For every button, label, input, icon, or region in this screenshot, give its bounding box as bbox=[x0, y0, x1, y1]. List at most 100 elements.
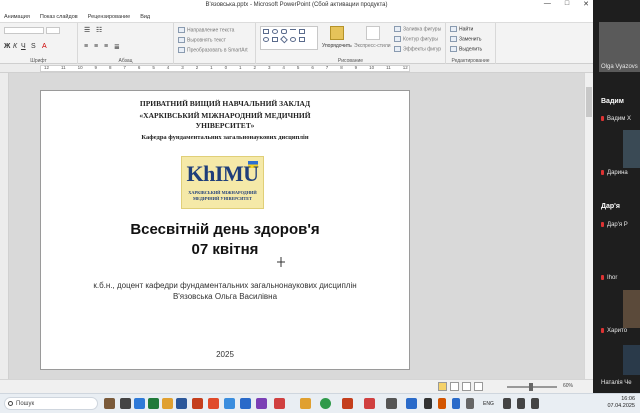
ruler-number: 10 bbox=[77, 65, 83, 70]
rectangle-shape-icon[interactable] bbox=[263, 29, 269, 34]
slideshow-view-button[interactable] bbox=[474, 382, 483, 391]
acrobat-icon[interactable] bbox=[274, 398, 285, 409]
zoom-slider[interactable] bbox=[507, 383, 557, 391]
language-indicator[interactable]: ENG bbox=[483, 401, 494, 407]
shapes-gallery[interactable] bbox=[260, 26, 318, 50]
underline-button[interactable]: Ч bbox=[21, 43, 26, 50]
font-name-box[interactable] bbox=[4, 27, 44, 34]
italic-button[interactable]: К bbox=[13, 43, 17, 50]
font-size-box[interactable] bbox=[46, 27, 60, 34]
font-color-button[interactable]: A bbox=[42, 43, 47, 50]
shape-effects-button[interactable]: Эффекты фигур bbox=[394, 46, 441, 52]
circle-shape-icon[interactable] bbox=[263, 37, 269, 42]
windows-taskbar: Пошук ENG 16:06 07.04.2025 bbox=[0, 393, 640, 413]
quick-styles-icon[interactable] bbox=[366, 26, 380, 40]
wifi-icon[interactable] bbox=[503, 398, 511, 409]
participant-video-2[interactable] bbox=[623, 290, 640, 328]
diamond-shape-icon[interactable] bbox=[280, 35, 288, 44]
app-icon-purple[interactable] bbox=[256, 398, 267, 409]
smartart-button[interactable]: Преобразовать в SmartArt bbox=[178, 47, 248, 53]
align-right-icon[interactable]: ≡ bbox=[104, 43, 108, 50]
smiley-shape-icon[interactable] bbox=[290, 37, 296, 42]
maximize-button[interactable]: □ bbox=[565, 0, 569, 8]
participant-kharyto[interactable]: Харито bbox=[601, 328, 627, 334]
teams-icon[interactable] bbox=[406, 398, 417, 409]
close-button[interactable]: ✕ bbox=[583, 0, 589, 8]
powerpoint-task-icon[interactable] bbox=[342, 398, 353, 409]
chevron-up-icon[interactable] bbox=[466, 398, 474, 409]
replace-button[interactable]: Заменить bbox=[450, 36, 481, 42]
chrome-icon[interactable] bbox=[320, 398, 331, 409]
bullets-icon[interactable]: ☰ bbox=[84, 26, 90, 34]
oval-shape-icon[interactable] bbox=[272, 29, 278, 34]
app-icon-dark[interactable] bbox=[386, 398, 397, 409]
powerpoint-icon[interactable] bbox=[192, 398, 203, 409]
slide[interactable]: ПРИВАТНИЙ ВИЩИЙ НАВЧАЛЬНИЙ ЗАКЛАД «ХАРКІ… bbox=[40, 90, 410, 370]
zoom-slider-knob[interactable] bbox=[529, 383, 533, 391]
justify-icon[interactable]: ≣ bbox=[114, 43, 120, 51]
volume-icon[interactable] bbox=[517, 398, 525, 409]
arrange-button[interactable]: Упорядочить bbox=[322, 43, 352, 49]
participant-ihor[interactable]: Ihor bbox=[601, 275, 617, 281]
slide-sorter-button[interactable] bbox=[450, 382, 459, 391]
participant-video-1[interactable] bbox=[623, 130, 640, 168]
pdf-icon[interactable] bbox=[208, 398, 219, 409]
star-shape-icon[interactable] bbox=[299, 37, 305, 42]
tray-app-icon-1[interactable] bbox=[424, 398, 432, 409]
tab-view[interactable]: Вид bbox=[140, 12, 150, 22]
edge-icon[interactable] bbox=[134, 398, 145, 409]
mail-icon[interactable] bbox=[224, 398, 235, 409]
zoom-app-icon[interactable] bbox=[240, 398, 251, 409]
word-icon[interactable] bbox=[176, 398, 187, 409]
folder-icon[interactable] bbox=[300, 398, 311, 409]
vertical-scrollbar[interactable] bbox=[584, 73, 593, 379]
shape-outline-button[interactable]: Контур фигуры bbox=[394, 36, 438, 42]
shape-fill-button[interactable]: Заливка фигуры bbox=[394, 26, 441, 32]
align-center-icon[interactable]: ≡ bbox=[94, 43, 98, 50]
strikethrough-button[interactable]: S bbox=[31, 43, 36, 50]
participant-vadym[interactable]: Вадим Х bbox=[601, 116, 631, 122]
slide-title-line-2: 07 квітня bbox=[191, 241, 259, 258]
tray-app-icon-2[interactable] bbox=[438, 398, 446, 409]
line-shape-icon[interactable] bbox=[290, 29, 296, 34]
tab-slideshow[interactable]: Показ слайдов bbox=[40, 12, 78, 22]
zoom-level[interactable]: 60% bbox=[563, 383, 573, 389]
clock[interactable]: 16:06 07.04.2025 bbox=[607, 396, 635, 410]
tab-review[interactable]: Рецензирование bbox=[88, 12, 130, 22]
normal-view-button[interactable] bbox=[438, 382, 447, 391]
align-text-button[interactable]: Выровнять текст bbox=[178, 37, 226, 43]
participant-darya[interactable]: Дар'я Р bbox=[601, 222, 628, 228]
align-left-icon[interactable]: ≡ bbox=[84, 43, 88, 50]
bold-button[interactable]: Ж bbox=[4, 43, 10, 50]
recorder-icon[interactable] bbox=[364, 398, 375, 409]
ruler-number: 12 bbox=[44, 65, 50, 70]
align-text-label: Выровнять текст bbox=[187, 37, 226, 44]
numbering-icon[interactable]: ☷ bbox=[96, 26, 102, 34]
arrange-icon[interactable] bbox=[330, 26, 344, 40]
find-button[interactable]: Найти bbox=[450, 26, 473, 32]
participant-video-3[interactable] bbox=[623, 345, 640, 375]
institution-line-2: «ХАРКІВСЬКИЙ МІЖНАРОДНИЙ МЕДИЧНИЙ bbox=[139, 111, 311, 120]
shape-effects-icon bbox=[394, 46, 401, 52]
excel-icon[interactable] bbox=[148, 398, 159, 409]
quick-styles-button[interactable]: Экспресс-стили bbox=[354, 43, 391, 49]
reading-view-button[interactable] bbox=[462, 382, 471, 391]
institution-line-1: ПРИВАТНИЙ ВИЩИЙ НАВЧАЛЬНИЙ ЗАКЛАД bbox=[139, 99, 311, 108]
scrollbar-thumb[interactable] bbox=[586, 87, 592, 117]
tab-animation[interactable]: Анимация bbox=[4, 12, 30, 22]
select-button[interactable]: Выделить bbox=[450, 46, 482, 52]
taskbar-search[interactable]: Пошук bbox=[4, 397, 98, 410]
minimize-button[interactable]: — bbox=[544, 0, 551, 8]
text-direction-button[interactable]: Направление текста bbox=[178, 27, 234, 33]
textbox-shape-icon[interactable] bbox=[272, 37, 278, 42]
widgets-icon[interactable] bbox=[104, 398, 115, 409]
tray-app-icon-3[interactable] bbox=[452, 398, 460, 409]
clock-date: 07.04.2025 bbox=[607, 403, 635, 409]
arrow-shape-icon[interactable] bbox=[299, 29, 305, 34]
participant-daryna[interactable]: Дарина bbox=[601, 170, 628, 176]
ruler-number: 8 bbox=[340, 65, 343, 70]
task-view-icon[interactable] bbox=[120, 398, 131, 409]
battery-icon[interactable] bbox=[531, 398, 539, 409]
file-explorer-icon[interactable] bbox=[162, 398, 173, 409]
rounded-rect-shape-icon[interactable] bbox=[281, 29, 287, 34]
